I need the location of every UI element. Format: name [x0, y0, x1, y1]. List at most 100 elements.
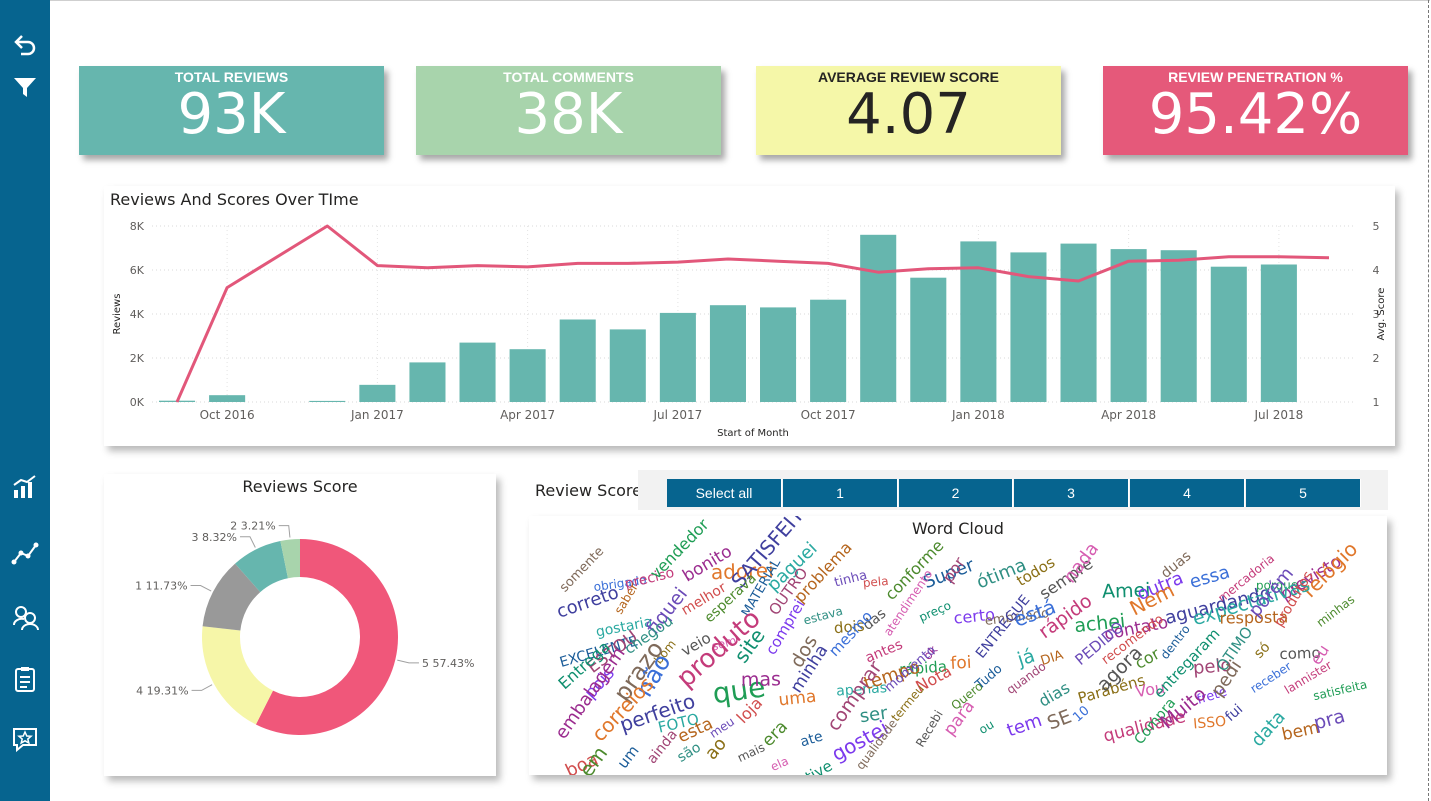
y-tick-label: 8K [130, 220, 145, 233]
x-tick-label: Apr 2017 [500, 408, 555, 422]
cloud-word: 10 [1070, 703, 1092, 725]
bar [1110, 249, 1147, 402]
slice-label: 3 8.32% [192, 531, 237, 544]
kpi-value: 4.07 [846, 82, 971, 147]
cloud-word: são [675, 739, 704, 765]
cloud-word: SE [1044, 705, 1074, 734]
bar [209, 395, 246, 402]
word-cloud: somenteobrigadoprecisovendedorbonitoador… [551, 516, 1369, 775]
star-message-icon[interactable] [10, 724, 40, 754]
kpi-average-review-score: AVERAGE REVIEW SCORE 4.07 [756, 66, 1061, 155]
cloud-word: ela [768, 754, 790, 774]
cloud-word: ao [701, 734, 731, 764]
bar [459, 342, 496, 402]
cloud-word: pra [1311, 705, 1347, 734]
bar [659, 312, 696, 402]
donut-slice [202, 626, 273, 725]
bar [760, 307, 797, 402]
y-tick-label: 0K [130, 396, 145, 409]
back-icon[interactable] [10, 30, 40, 60]
cloud-word: mais [735, 740, 767, 765]
leader-line [397, 659, 419, 664]
x-tick-label: Apr 2018 [1101, 408, 1156, 422]
cloud-word: ate [798, 729, 824, 751]
leader-line [190, 584, 212, 592]
x-tick-label: Oct 2017 [801, 408, 856, 422]
y-tick-label: 2K [130, 352, 145, 365]
kpi-value: 38K [514, 82, 623, 147]
leader-line [278, 525, 291, 538]
reviews-scores-chart-card: Reviews And Scores Over TIme 0K 2K 4K 6K 8K 1… [104, 186, 1395, 446]
word-cloud-card: Word Cloud somente obrigado preciso vendedo… [529, 516, 1387, 775]
bar [309, 400, 346, 402]
slicer-select-all[interactable]: Select all [667, 479, 782, 507]
bar [359, 384, 396, 402]
cloud-word: mas [741, 668, 781, 691]
cloud-word: ou [976, 717, 996, 737]
slicer-option-2[interactable]: 2 [899, 479, 1013, 507]
filter-icon[interactable] [10, 72, 40, 102]
bar [1060, 243, 1097, 402]
dashboard: TOTAL REVIEWS 93K TOTAL COMMENTS 38K AVE… [0, 0, 1431, 801]
bar [709, 305, 746, 402]
top-border [50, 0, 1430, 1]
kpi-value: 95.42% [1148, 82, 1363, 147]
bar [960, 241, 997, 402]
x-tick-label: Oct 2016 [200, 408, 255, 422]
bar [559, 319, 596, 402]
cloud-word: dias [1035, 678, 1073, 711]
y2-axis-title: Avg. Score [1376, 288, 1387, 341]
slice-label: 1 11.73% [135, 579, 187, 592]
bar [910, 277, 947, 402]
cloud-word: ainda [644, 727, 681, 767]
line-chart-icon[interactable] [10, 537, 40, 567]
leader-line [191, 684, 213, 691]
bar [1260, 264, 1297, 402]
cloud-word: tem [1004, 710, 1045, 741]
bar-chart-icon[interactable] [10, 472, 40, 502]
cloud-word: nada [1059, 539, 1103, 588]
x-tick-label: Jul 2017 [652, 408, 702, 422]
y-tick-label: 6K [130, 264, 145, 277]
slicer-option-3[interactable]: 3 [1014, 479, 1129, 507]
leader-line [239, 536, 256, 548]
y2-tick-label: 4 [1373, 264, 1380, 277]
cloud-word: tive [802, 757, 835, 775]
donut-chart: 5 57.43% 4 19.31% 1 11.73% 3 8.32%2 3.21% [135, 520, 474, 735]
y2-tick-label: 2 [1373, 352, 1380, 365]
slicer-option-4[interactable]: 4 [1130, 479, 1245, 507]
cloud-word: minhas [1314, 592, 1357, 630]
bar [609, 329, 646, 402]
sidebar [0, 0, 50, 801]
cloud-word: foi [950, 653, 972, 674]
y2-tick-label: 1 [1373, 396, 1380, 409]
cloud-word: só [1251, 639, 1274, 662]
bar [1160, 250, 1197, 402]
cloud-word: em [574, 742, 612, 775]
cloud-word: um [614, 742, 643, 772]
bar [810, 299, 847, 402]
slice-label: 2 3.21% [230, 520, 275, 533]
y2-tick-label: 5 [1373, 220, 1380, 233]
y-axis-title: Reviews [112, 294, 123, 335]
kpi-total-comments: TOTAL COMMENTS 38K [416, 66, 721, 155]
slice-label: 4 19.31% [136, 684, 188, 697]
users-icon[interactable] [10, 602, 40, 632]
x-tick-label: Jul 2018 [1253, 408, 1303, 422]
cloud-word: satisfeita [1312, 677, 1369, 703]
combo-chart: 0K2K4K6K8K12345Oct 2016 Jan 2017 Apr 2017 J… [112, 220, 1387, 439]
x-tick-label: Jan 2017 [350, 408, 404, 422]
clipboard-icon[interactable] [10, 664, 40, 694]
cloud-word: para [940, 697, 979, 740]
y-tick-label: 4K [130, 308, 145, 321]
kpi-review-penetration: REVIEW PENETRATION % 95.42% [1103, 66, 1408, 155]
bar [860, 234, 897, 402]
cloud-word: ISSO [1193, 714, 1227, 733]
kpi-total-reviews: TOTAL REVIEWS 93K [79, 66, 384, 155]
slicer-option-1[interactable]: 1 [783, 479, 898, 507]
bar [1210, 266, 1247, 402]
slicer-label: Review Score: [535, 481, 648, 500]
slice-label: 5 57.43% [422, 657, 474, 670]
cloud-word: preço [917, 598, 953, 624]
slicer-option-5[interactable]: 5 [1246, 479, 1361, 507]
